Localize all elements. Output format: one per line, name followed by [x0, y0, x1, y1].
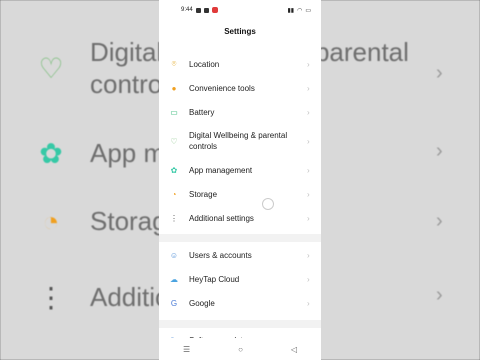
settings-item-google[interactable]: G Google ›	[169, 297, 313, 309]
chevron-right-icon: ›	[307, 83, 310, 93]
item-label: Digital Wellbeing & parental controls	[189, 131, 288, 151]
chevron-right-icon: ›	[436, 210, 443, 232]
notification-icon	[203, 7, 209, 13]
chevron-right-icon: ›	[307, 274, 310, 284]
chevron-right-icon: ›	[307, 136, 310, 146]
settings-item-convenience[interactable]: ● Convenience tools ›	[169, 82, 313, 94]
navigation-bar: ☰ ○ ◁	[159, 338, 321, 360]
settings-item-battery[interactable]: ▭ Battery ›	[169, 106, 313, 118]
item-label: Google	[189, 298, 215, 308]
settings-item-storage[interactable]: ◔ Storage ›	[169, 188, 313, 200]
chevron-right-icon: ›	[307, 213, 310, 223]
apps-icon: ✿	[170, 165, 178, 175]
wellbeing-icon: ♡	[38, 52, 64, 84]
storage-icon: ◔	[171, 189, 177, 199]
settings-item-additional[interactable]: ⋮ Additional settings ›	[169, 212, 313, 224]
item-label: Battery	[189, 107, 215, 117]
home-icon[interactable]: ○	[238, 345, 243, 354]
item-label: Additional settings	[189, 213, 254, 223]
item-label: App management	[189, 165, 253, 175]
touch-indicator	[262, 198, 274, 210]
item-label: Storage	[189, 189, 218, 199]
wifi-icon: ◠	[297, 7, 303, 14]
chevron-right-icon: ›	[307, 59, 310, 69]
item-label: Users & accounts	[189, 250, 252, 260]
chevron-right-icon: ›	[307, 165, 310, 175]
chevron-right-icon: ›	[307, 250, 310, 260]
back-icon[interactable]: ◁	[291, 345, 297, 354]
user-icon: ☺	[169, 250, 179, 260]
wellbeing-icon: ♡	[170, 136, 178, 146]
more-settings-icon: ⋮	[37, 282, 65, 313]
signal-icon: ▮▮	[287, 7, 295, 14]
page-title: Settings	[224, 27, 256, 36]
storage-icon: ◔	[42, 205, 60, 237]
status-time: 9:44	[181, 7, 193, 13]
notification-icon	[211, 7, 218, 13]
chevron-right-icon: ›	[307, 107, 310, 117]
menu-icon[interactable]: ☰	[183, 345, 190, 354]
section-divider	[159, 320, 321, 328]
settings-item-users[interactable]: ☺ Users & accounts ›	[169, 249, 313, 261]
settings-item-heytap-cloud[interactable]: ☁ HeyTap Cloud ›	[169, 273, 313, 285]
chevron-right-icon: ›	[436, 284, 443, 306]
cloud-icon: ☁	[170, 274, 178, 284]
battery-status-icon: ▭	[305, 7, 311, 14]
settings-item-location[interactable]: ⌾ Location ›	[169, 58, 313, 70]
chevron-right-icon: ›	[307, 298, 310, 308]
notification-icon	[195, 7, 201, 13]
google-icon: G	[170, 298, 178, 308]
item-label: HeyTap Cloud	[189, 274, 240, 284]
chevron-right-icon: ›	[436, 62, 443, 84]
item-label: Convenience tools	[189, 83, 255, 93]
settings-item-digital-wellbeing[interactable]: ♡ Digital Wellbeing & parental controls …	[169, 129, 313, 153]
item-label: Location	[189, 59, 220, 69]
more-settings-icon: ⋮	[170, 213, 178, 223]
apps-icon: ✿	[39, 138, 63, 169]
settings-item-app-management[interactable]: ✿ App management ›	[169, 164, 313, 176]
chevron-right-icon: ›	[307, 189, 310, 199]
settings-screen: 9:44 ▮▮ ◠ ▭ Settings ⌾ Location › ● Conv…	[159, 0, 321, 360]
battery-icon: ▭	[170, 107, 178, 117]
location-icon: ⌾	[171, 59, 177, 68]
tools-icon: ●	[171, 83, 177, 93]
section-divider	[159, 234, 321, 242]
chevron-right-icon: ›	[436, 140, 443, 162]
status-bar: 9:44 ▮▮ ◠ ▭	[159, 0, 321, 20]
